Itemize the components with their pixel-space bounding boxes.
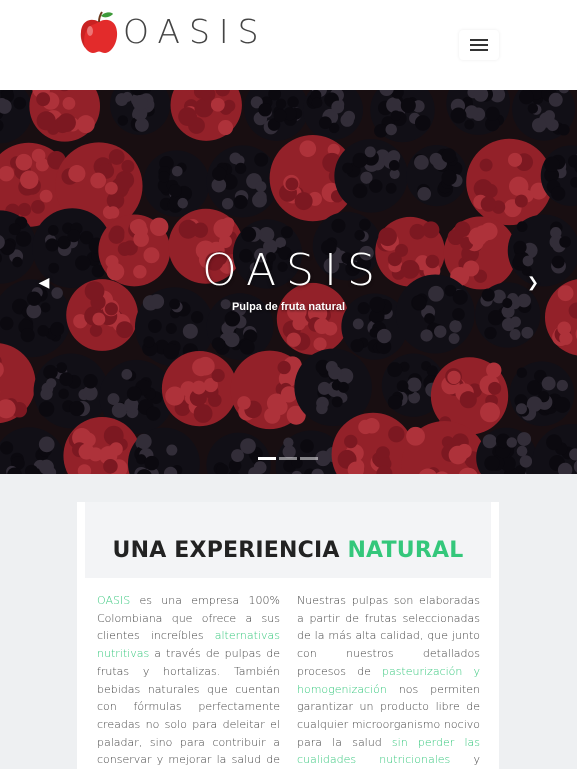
brand-logo[interactable]: OASIS (79, 10, 268, 54)
experience-section: UNA EXPERIENCIA NATURAL OASIS es una emp… (77, 502, 499, 769)
intro-paragraph-left: OASIS es una empresa 100% Colombiana que… (97, 594, 280, 767)
hero-subtitle: Pulpa de fruta natural (231, 301, 346, 313)
hamburger-menu-icon (470, 39, 488, 41)
hero-title: OASIS (202, 245, 385, 296)
site-header: OASIS (0, 0, 577, 90)
section-title: UNA EXPERIENCIA NATURAL (112, 538, 464, 563)
chevron-right-icon: ❯ (527, 274, 539, 290)
menu-toggle-button[interactable] (459, 30, 499, 60)
carousel-indicator-1[interactable] (258, 457, 276, 460)
intro-paragraph-right: Nuestras pulpas son elaboradas a partir … (297, 594, 480, 767)
carousel-indicators (258, 457, 318, 460)
brand-name: OASIS (123, 12, 268, 51)
carousel-next-button[interactable]: ❯ (523, 272, 543, 292)
chevron-left-icon: ◀ (38, 274, 50, 290)
hero-carousel: OASIS Pulpa de fruta natural ◀ ❯ (0, 90, 577, 474)
carousel-prev-button[interactable]: ◀ (34, 272, 54, 292)
carousel-indicator-2[interactable] (279, 457, 297, 460)
apple-icon (80, 11, 118, 53)
carousel-indicator-3[interactable] (300, 457, 318, 460)
